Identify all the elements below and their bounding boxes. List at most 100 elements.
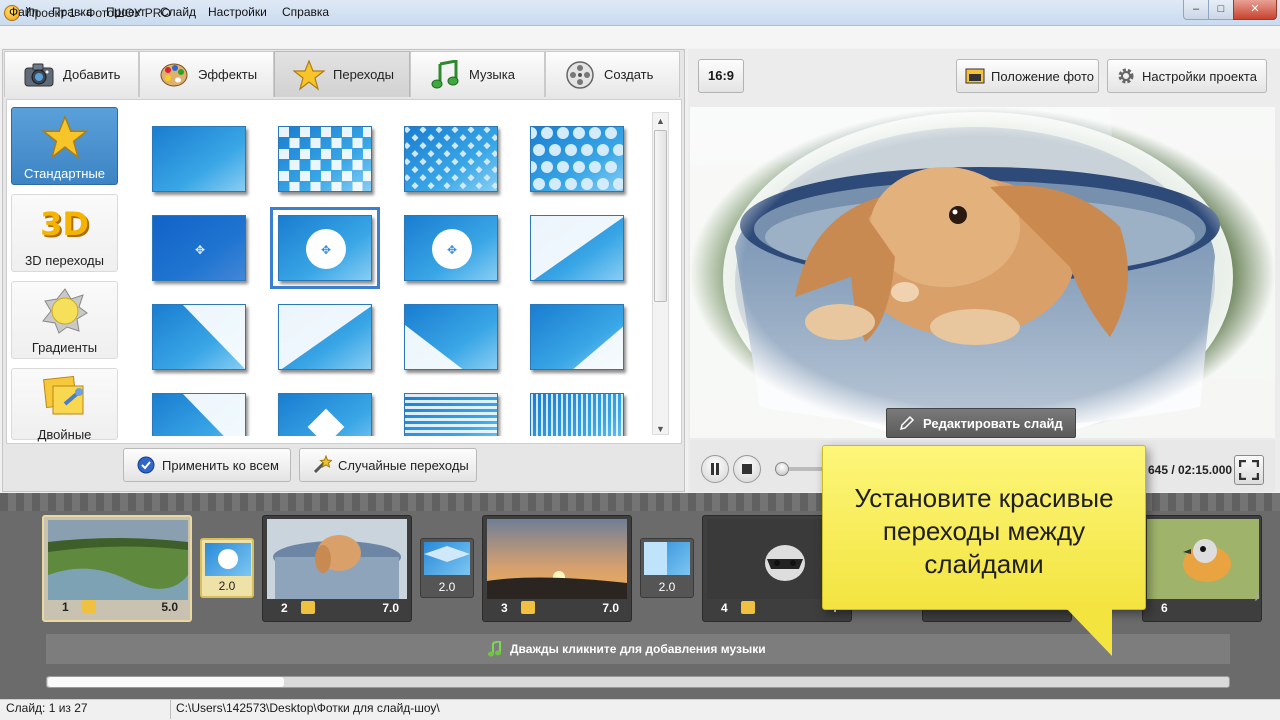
transition-thumbnail[interactable] <box>278 304 372 370</box>
transition-thumbnail[interactable] <box>152 126 246 192</box>
slide-number: 3 <box>501 601 508 615</box>
tab-transitions[interactable]: Переходы <box>274 51 410 97</box>
transition-thumbnail[interactable] <box>404 304 498 370</box>
pause-button[interactable] <box>701 455 729 483</box>
fullscreen-button[interactable] <box>1234 455 1264 485</box>
transition-thumbnail[interactable] <box>404 393 498 436</box>
music-note-icon <box>488 641 502 657</box>
transition-thumbnail[interactable]: ✥ <box>270 207 380 289</box>
slide-duration: 7.0 <box>602 601 619 615</box>
category-3d[interactable]: 3D 3D переходы <box>11 194 118 272</box>
tab-label: Переходы <box>333 67 394 82</box>
slide-number: 2 <box>281 601 288 615</box>
transition-thumbnail[interactable] <box>152 393 246 436</box>
pencil-icon[interactable] <box>301 601 315 614</box>
tab-label: Эффекты <box>198 67 258 82</box>
project-settings-button[interactable]: Настройки проекта <box>1107 59 1267 93</box>
transition-thumbnail[interactable]: ✥ <box>404 215 498 281</box>
project-settings-label: Настройки проекта <box>1142 68 1257 84</box>
timeline-transition[interactable]: 2.0 <box>640 538 694 598</box>
photo-position-icon <box>965 66 985 86</box>
seek-handle[interactable] <box>775 462 789 476</box>
double-note-icon <box>35 373 95 423</box>
music-hint-label: Дважды кликните для добавления музыки <box>510 642 766 656</box>
category-standard[interactable]: Стандартные <box>11 107 118 185</box>
slide-thumbnail <box>1147 519 1259 599</box>
scroll-down-icon[interactable]: ▼ <box>656 424 665 434</box>
stop-button[interactable] <box>733 455 761 483</box>
transitions-grid: ✥ ✥ ✥ <box>126 106 650 436</box>
svg-text:✥: ✥ <box>195 243 205 257</box>
pencil-icon <box>899 415 915 431</box>
transition-thumbnail[interactable]: ✥ <box>152 215 246 281</box>
aspect-ratio-button[interactable]: 16:9 <box>698 59 744 93</box>
timeline-slide[interactable]: 2 7.0 <box>262 515 412 622</box>
minimize-button[interactable]: – <box>1183 0 1209 20</box>
3d-icon: 3D <box>40 205 89 243</box>
transition-thumbnail <box>205 543 251 576</box>
music-note-icon <box>429 59 461 91</box>
transition-thumbnail[interactable] <box>530 304 624 370</box>
transition-thumbnail[interactable] <box>530 126 624 192</box>
edit-slide-label: Редактировать слайд <box>923 415 1063 431</box>
timeline-slide[interactable]: 6 <box>1142 515 1262 622</box>
menu-settings[interactable]: Настройки <box>208 5 267 19</box>
category-gradients[interactable]: Градиенты <box>11 281 118 359</box>
menu-edit[interactable]: Правка <box>52 5 93 19</box>
photo-position-button[interactable]: Положение фото <box>956 59 1099 93</box>
magic-wand-icon <box>312 455 332 475</box>
gear-icon <box>1116 66 1136 86</box>
menu-file[interactable]: Файл <box>9 5 39 19</box>
transition-duration: 2.0 <box>438 580 456 594</box>
random-transitions-button[interactable]: Случайные переходы <box>299 448 477 482</box>
apply-all-label: Применить ко всем <box>162 457 279 473</box>
timeline-transition[interactable]: 2.0 <box>420 538 474 598</box>
tab-label: Создать <box>604 67 654 82</box>
timecode: 645 / 02:15.000 <box>1148 463 1233 477</box>
chevron-right-icon[interactable]: › <box>1254 586 1260 607</box>
timeline-transition[interactable]: 2.0 <box>200 538 254 598</box>
transition-duration: 2.0 <box>658 580 676 594</box>
slide-number: 6 <box>1161 601 1168 615</box>
maximize-button[interactable]: □ <box>1208 0 1234 20</box>
transition-thumbnail[interactable] <box>152 304 246 370</box>
pencil-icon[interactable] <box>82 600 96 613</box>
svg-text:✥: ✥ <box>321 243 331 257</box>
timeline-slide[interactable]: 3 7.0 <box>482 515 632 622</box>
transition-thumbnail <box>644 542 690 575</box>
category-label: Двойные <box>37 427 92 442</box>
slide-thumbnail <box>267 519 407 599</box>
tab-music[interactable]: Музыка <box>410 51 545 97</box>
scroll-up-icon[interactable]: ▲ <box>656 116 665 126</box>
transition-thumbnail[interactable] <box>530 393 624 436</box>
apply-all-button[interactable]: Применить ко всем <box>123 448 291 482</box>
pencil-icon[interactable] <box>741 601 755 614</box>
menu-help[interactable]: Справка <box>282 5 329 19</box>
menu-slide[interactable]: Слайд <box>160 5 196 19</box>
transition-thumbnail[interactable] <box>530 215 624 281</box>
menu-bar <box>0 26 1280 48</box>
category-double[interactable]: Двойные <box>11 368 118 442</box>
pencil-icon[interactable] <box>521 601 535 614</box>
pause-icon <box>711 463 719 475</box>
slide-duration: 7.0 <box>382 601 399 615</box>
close-button[interactable]: ✕ <box>1233 0 1277 20</box>
timeline-scrollbar-thumb[interactable] <box>48 677 284 687</box>
slide-preview[interactable] <box>690 107 1275 438</box>
edit-slide-button[interactable]: Редактировать слайд <box>886 408 1076 438</box>
stop-icon <box>742 464 752 474</box>
transition-thumbnail[interactable] <box>278 393 372 436</box>
tab-create[interactable]: Создать <box>545 51 680 97</box>
transition-thumbnail[interactable] <box>278 126 372 192</box>
gradient-sun-icon <box>35 286 95 336</box>
timeline-slide[interactable]: 1 5.0 <box>42 515 192 622</box>
camera-icon <box>23 59 55 91</box>
tab-effects[interactable]: Эффекты <box>139 51 274 97</box>
hint-tooltip: Установите красивые переходы между слайд… <box>822 445 1146 610</box>
menu-project[interactable]: Проект <box>106 5 146 19</box>
window-title: Проект 1 - ФотоШОУ PRO <box>26 6 171 20</box>
tab-add[interactable]: Добавить <box>4 51 139 97</box>
transition-thumbnail[interactable] <box>404 126 498 192</box>
tooltip-line: переходы между <box>882 516 1086 546</box>
grid-scrollbar-thumb[interactable] <box>654 130 667 302</box>
